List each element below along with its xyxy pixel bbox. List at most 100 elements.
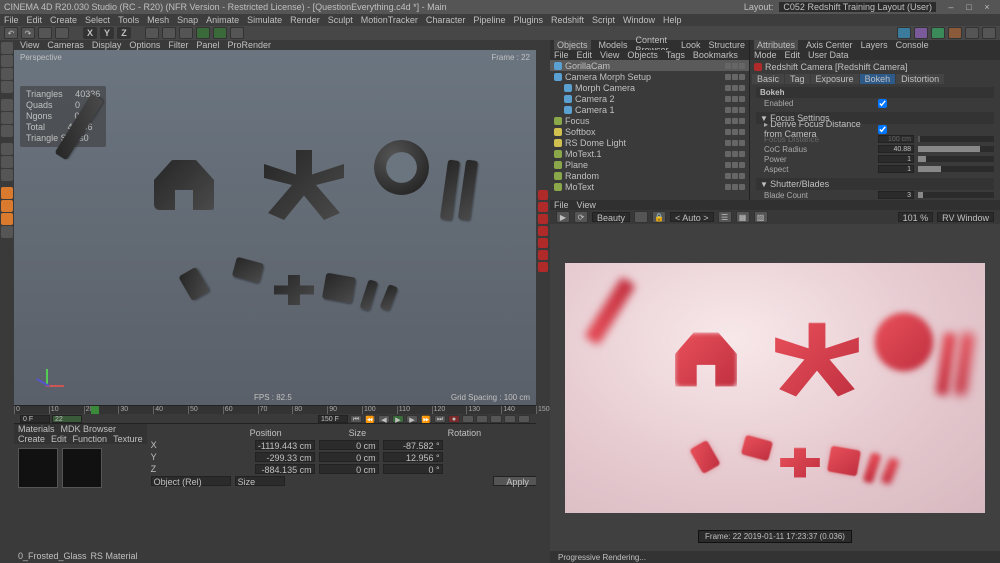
rv-window-select[interactable]: RV Window — [937, 212, 994, 222]
close-button[interactable]: × — [978, 2, 996, 12]
rs-button[interactable] — [538, 226, 548, 236]
blade-count-field[interactable]: 3 — [878, 191, 914, 199]
rv-aov-select[interactable]: Beauty — [592, 212, 630, 222]
menu-file[interactable]: File — [4, 15, 19, 25]
vpmenu-display[interactable]: Display — [92, 40, 122, 50]
locked-toggle[interactable] — [1, 226, 13, 238]
menu-script[interactable]: Script — [592, 15, 615, 25]
attrmenu-user-data[interactable]: User Data — [808, 50, 849, 60]
object-row[interactable]: Random — [550, 170, 749, 181]
size-field[interactable]: 0 cm — [319, 452, 379, 462]
attrtab-basic[interactable]: Basic — [752, 74, 784, 84]
timeline-end[interactable]: 150 F — [318, 415, 348, 423]
menu-select[interactable]: Select — [85, 15, 110, 25]
objmenu-objects[interactable]: Objects — [627, 50, 658, 60]
rs-button[interactable] — [538, 190, 548, 200]
tool-button[interactable] — [55, 27, 69, 39]
autokey-button[interactable] — [462, 415, 474, 423]
undo-button[interactable]: ↶ — [4, 27, 18, 39]
menu-redshift[interactable]: Redshift — [551, 15, 584, 25]
redo-button[interactable]: ↷ — [21, 27, 35, 39]
power-slider[interactable] — [918, 156, 994, 162]
object-row[interactable]: Camera 1 — [550, 104, 749, 115]
key-rot-button[interactable] — [504, 415, 516, 423]
object-row[interactable]: MoText — [550, 181, 749, 192]
rv-auto-select[interactable]: < Auto > — [670, 212, 714, 222]
perspective-viewport[interactable]: Perspective Triangles 40336Quads 0Ngons … — [14, 50, 536, 405]
attrmenu-edit[interactable]: Edit — [785, 50, 801, 60]
next-frame-button[interactable]: ▶ — [406, 415, 418, 423]
objmenu-edit[interactable]: Edit — [577, 50, 593, 60]
rv-button[interactable]: ☰ — [718, 211, 732, 223]
spline-button[interactable] — [914, 27, 928, 39]
size-mode[interactable]: Size — [235, 476, 285, 486]
play-button[interactable]: ▶ — [392, 415, 404, 423]
attrtab-bokeh[interactable]: Bokeh — [860, 74, 896, 84]
coord-mode[interactable]: Object (Rel) — [151, 476, 231, 486]
objmenu-view[interactable]: View — [600, 50, 619, 60]
matmenu-create[interactable]: Create — [18, 434, 45, 444]
tool-button[interactable] — [162, 27, 176, 39]
rv-button[interactable]: ▦ — [736, 211, 750, 223]
objtab-objects[interactable]: Objects — [554, 40, 591, 50]
rot-field[interactable]: -87.582 ° — [383, 440, 443, 450]
prev-key-button[interactable]: ⏪ — [364, 415, 376, 423]
aspect-field[interactable]: 1 — [878, 165, 914, 173]
attrtab-tag[interactable]: Tag — [785, 74, 810, 84]
prev-frame-button[interactable]: ◀ — [378, 415, 390, 423]
tool-button[interactable] — [230, 27, 244, 39]
object-row[interactable]: Camera 2 — [550, 93, 749, 104]
menu-sculpt[interactable]: Sculpt — [328, 15, 353, 25]
aspect-slider[interactable] — [918, 166, 994, 172]
rv-button[interactable] — [634, 211, 648, 223]
minimize-button[interactable]: – — [942, 2, 960, 12]
attrmenu-mode[interactable]: Mode — [754, 50, 777, 60]
live-select-tool[interactable] — [1, 42, 13, 54]
object-row[interactable]: RS Dome Light — [550, 137, 749, 148]
vpmenu-cameras[interactable]: Cameras — [47, 40, 84, 50]
menu-animate[interactable]: Animate — [206, 15, 239, 25]
light-button[interactable] — [982, 27, 996, 39]
material-swatch[interactable] — [18, 448, 58, 488]
size-field[interactable]: 0 cm — [319, 464, 379, 474]
matmenu-function[interactable]: Function — [73, 434, 108, 444]
menu-snap[interactable]: Snap — [177, 15, 198, 25]
key-pos-button[interactable] — [476, 415, 488, 423]
menu-render[interactable]: Render — [290, 15, 320, 25]
object-row[interactable]: Plane — [550, 159, 749, 170]
enabled-checkbox[interactable] — [878, 99, 887, 108]
vpmenu-view[interactable]: View — [20, 40, 39, 50]
attrtab-distortion[interactable]: Distortion — [896, 74, 944, 84]
generator-button[interactable] — [931, 27, 945, 39]
model-mode[interactable] — [1, 99, 13, 111]
mattab-materials[interactable]: Materials — [18, 424, 55, 434]
texture-mode[interactable] — [1, 112, 13, 124]
derive-checkbox[interactable] — [878, 125, 887, 134]
blade-count-slider[interactable] — [918, 192, 994, 198]
menu-tools[interactable]: Tools — [118, 15, 139, 25]
objtab-look[interactable]: Look — [681, 40, 701, 50]
rv-button[interactable]: ▨ — [754, 211, 768, 223]
mattab-mdk-browser[interactable]: MDK Browser — [61, 424, 117, 434]
material-swatch[interactable] — [62, 448, 102, 488]
goto-start-button[interactable]: ⏮ — [350, 415, 362, 423]
goto-end-button[interactable]: ⏭ — [434, 415, 446, 423]
move-tool[interactable] — [1, 55, 13, 67]
axis-y[interactable]: Y — [100, 27, 114, 39]
rv-lock-button[interactable]: 🔒 — [652, 211, 666, 223]
objmenu-tags[interactable]: Tags — [666, 50, 685, 60]
tool-button[interactable] — [179, 27, 193, 39]
menu-plugins[interactable]: Plugins — [513, 15, 543, 25]
menu-create[interactable]: Create — [50, 15, 77, 25]
attrtab-exposure[interactable]: Exposure — [811, 74, 859, 84]
attrtop-layers[interactable]: Layers — [861, 40, 888, 50]
next-key-button[interactable]: ⏩ — [420, 415, 432, 423]
menu-mesh[interactable]: Mesh — [147, 15, 169, 25]
workplane-mode[interactable] — [1, 125, 13, 137]
vpmenu-panel[interactable]: Panel — [196, 40, 219, 50]
rs-button[interactable] — [538, 202, 548, 212]
object-row[interactable]: Morph Camera — [550, 82, 749, 93]
snap-toggle[interactable] — [1, 200, 13, 212]
camera-button[interactable] — [965, 27, 979, 39]
deformer-button[interactable] — [948, 27, 962, 39]
